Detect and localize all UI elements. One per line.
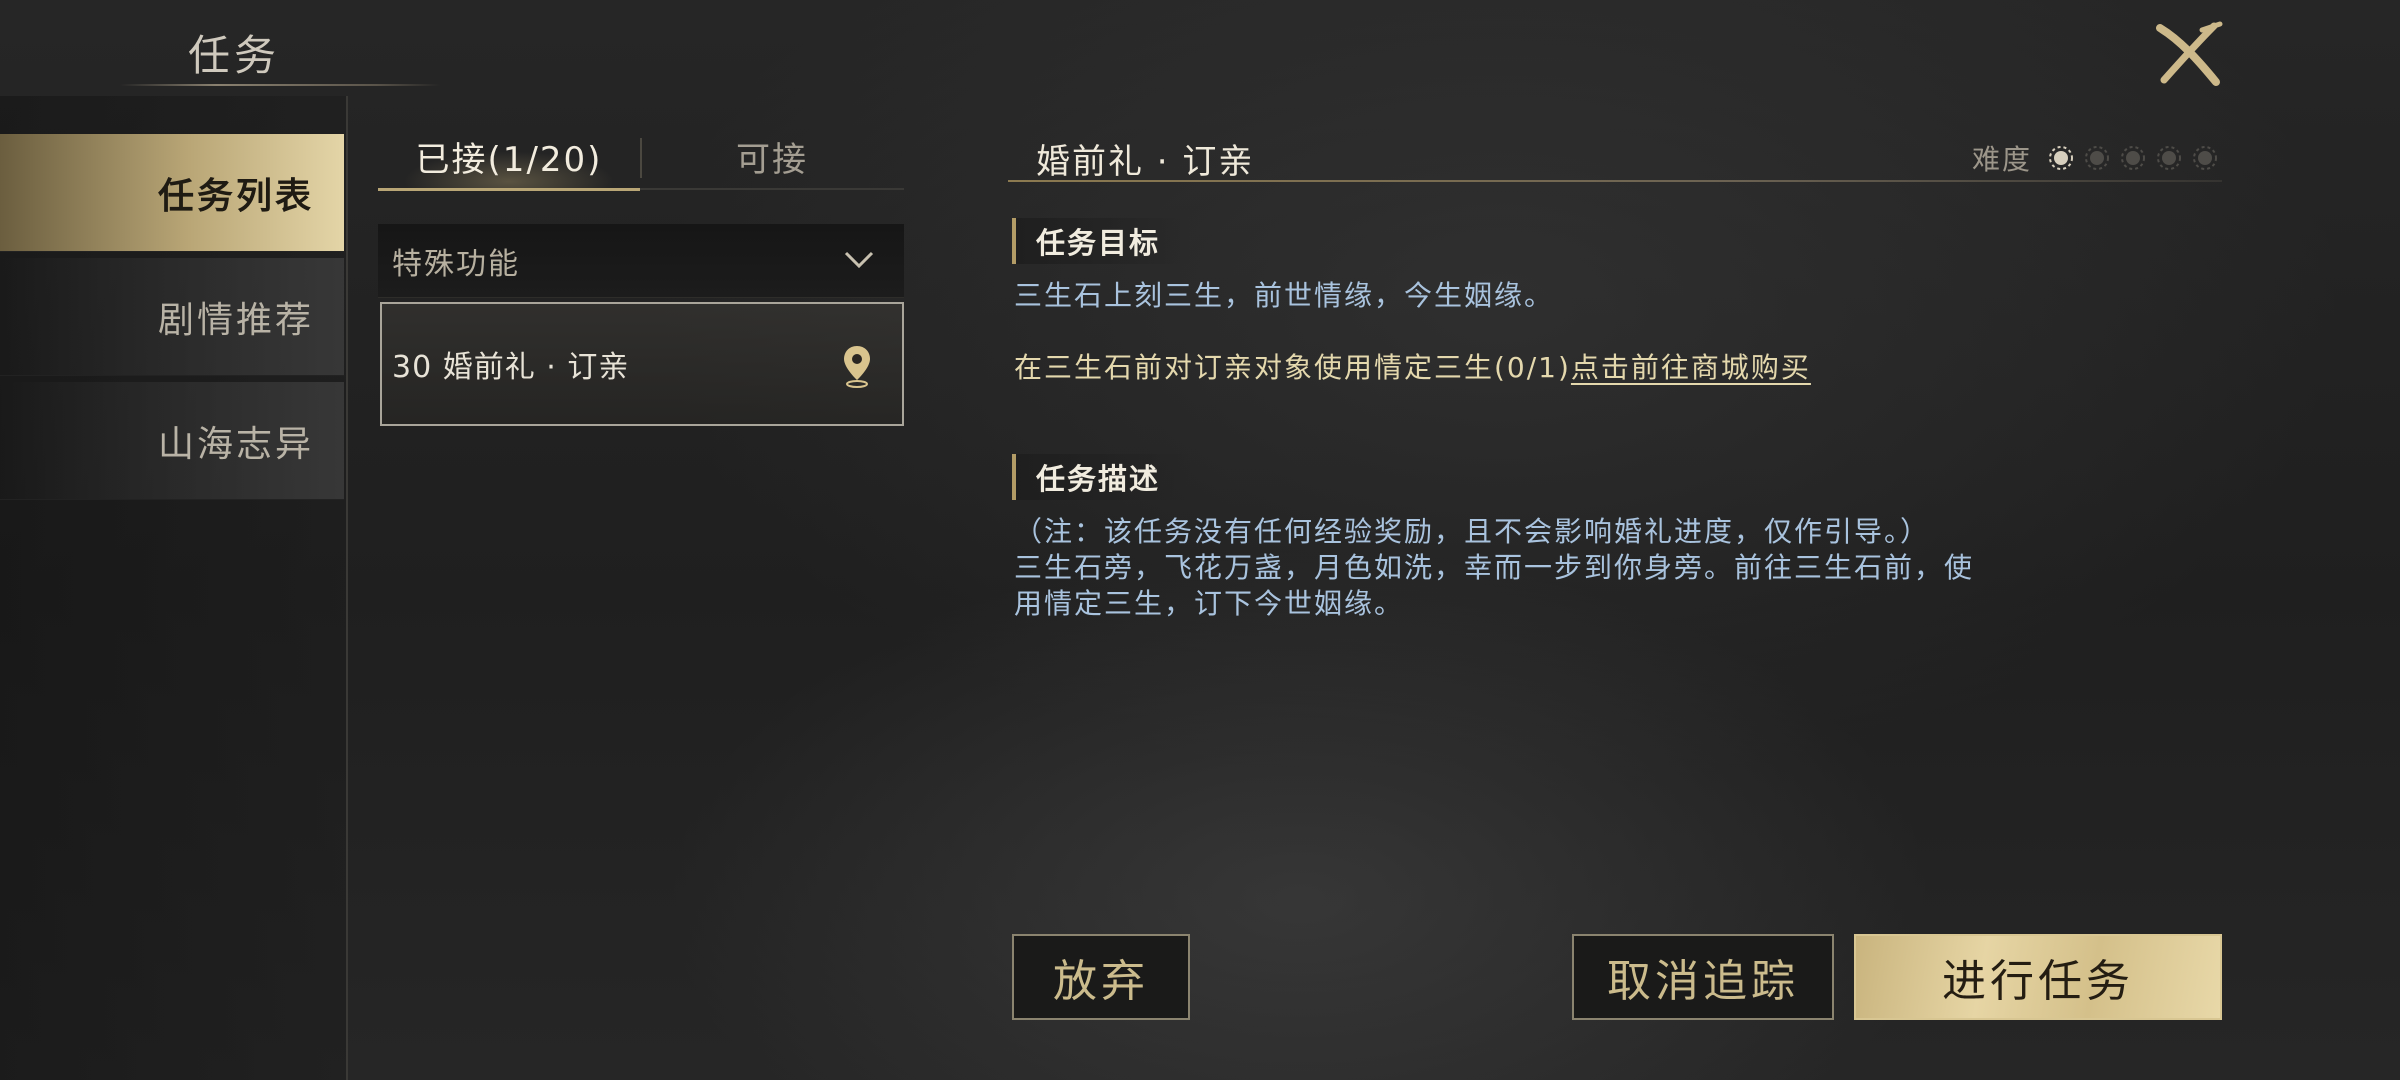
objective-task-text: 在三生石前对订亲对象使用情定三生(0/1) — [1014, 351, 1571, 384]
section-heading-description: 任务描述 — [1012, 454, 1192, 500]
abandon-button[interactable]: 放弃 — [1012, 934, 1190, 1020]
nav-item-label: 山海志异 — [157, 423, 314, 465]
group-header-label: 特殊功能 — [392, 246, 520, 282]
tab-accepted[interactable]: 已接(1/20) — [378, 124, 640, 191]
title-underline — [120, 84, 440, 86]
nav-item-label: 任务列表 — [157, 175, 314, 217]
quest-tabs: 已接(1/20) 可接 — [378, 124, 904, 191]
close-icon — [2156, 21, 2223, 86]
window-title: 任务 — [188, 31, 281, 80]
description-note: （注：该任务没有任何经验奖励，且不会影响婚礼进度，仅作引导。） — [1014, 515, 1931, 548]
untrack-button[interactable]: 取消追踪 — [1572, 934, 1834, 1020]
nav-item-label: 剧情推荐 — [157, 299, 314, 341]
left-nav: 任务列表 剧情推荐 山海志异 — [0, 96, 348, 1080]
nav-item-story-recommend[interactable]: 剧情推荐 — [0, 258, 344, 376]
shop-link[interactable]: 点击前往商城购买 — [1571, 351, 1811, 384]
location-pin-icon[interactable] — [842, 344, 872, 396]
quest-list-item[interactable]: 30 婚前礼 · 订亲 — [380, 302, 904, 426]
title-divider — [1008, 180, 2222, 182]
difficulty-star-icon — [2157, 146, 2182, 170]
tab-available[interactable]: 可接 — [640, 124, 904, 190]
objective-task-row: 在三生石前对订亲对象使用情定三生(0/1)点击前往商城购买 — [1014, 350, 1811, 386]
quest-item-label: 30 婚前礼 · 订亲 — [392, 350, 630, 385]
difficulty-star-icon — [2121, 146, 2146, 170]
description-line: 三生石旁，飞花万盏，月色如洗，幸而一步到你身旁。前往三生石前，使 — [1014, 551, 1975, 584]
difficulty-star-icon — [2193, 146, 2218, 170]
proceed-button[interactable]: 进行任务 — [1854, 934, 2222, 1020]
difficulty-star-icon — [2049, 146, 2074, 170]
chevron-down-icon — [842, 244, 876, 282]
objective-flavor-text: 三生石上刻三生，前世情缘，今生姻缘。 — [1014, 279, 1555, 312]
nav-item-shanhai[interactable]: 山海志异 — [0, 382, 344, 500]
description-line: 用情定三生，订下今世姻缘。 — [1014, 587, 1405, 620]
nav-item-task-list[interactable]: 任务列表 — [0, 134, 344, 252]
difficulty-label: 难度 — [1972, 143, 2033, 176]
difficulty-indicator: 难度 — [1972, 138, 2218, 178]
close-button[interactable] — [2150, 20, 2230, 90]
section-heading-objective: 任务目标 — [1012, 218, 1192, 264]
quest-title: 婚前礼 · 订亲 — [1036, 142, 1255, 182]
group-header-special[interactable]: 特殊功能 — [378, 224, 904, 298]
difficulty-star-icon — [2085, 146, 2110, 170]
description-block: （注：该任务没有任何经验奖励，且不会影响婚礼进度，仅作引导。） 三生石旁，飞花万… — [1014, 514, 1974, 622]
